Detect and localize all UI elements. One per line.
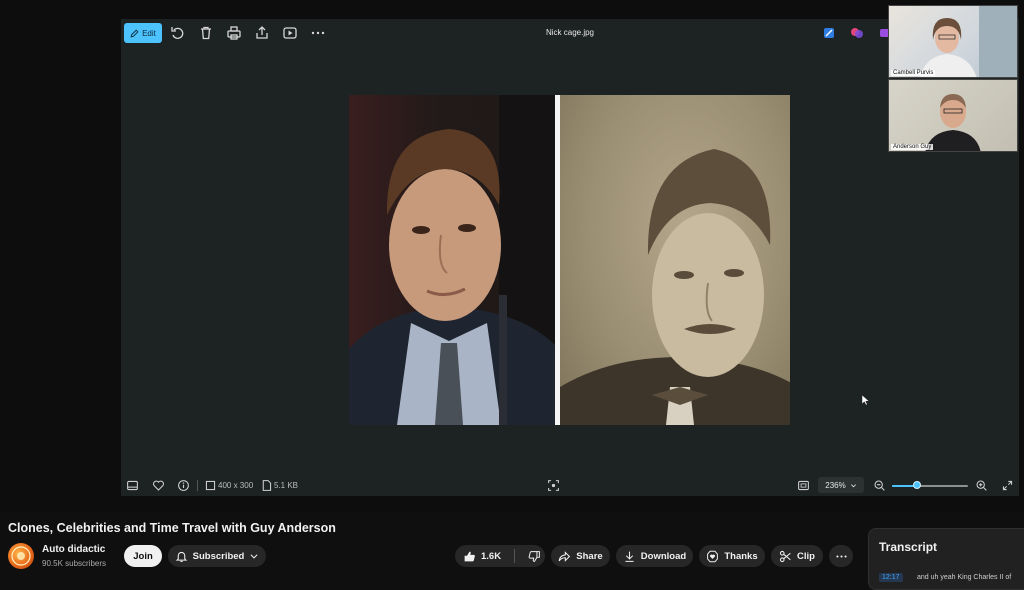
favorite-icon[interactable] <box>152 479 165 492</box>
share-button[interactable]: Share <box>551 545 610 567</box>
photo-comparison <box>349 95 790 425</box>
designer-icon[interactable] <box>821 25 837 41</box>
file-size-icon <box>260 479 272 492</box>
subscribed-button[interactable]: Subscribed <box>168 545 266 567</box>
thumbs-up-icon <box>464 551 475 561</box>
dislike-button[interactable] <box>528 550 541 563</box>
file-size: 5.1 KB <box>274 481 299 490</box>
zoom-slider-thumb[interactable] <box>913 481 922 489</box>
dimensions-icon <box>204 479 216 492</box>
participant-video-anderson: Anderson Guy <box>888 79 1018 152</box>
thumbs-down-icon <box>528 550 540 562</box>
filmstrip-icon[interactable] <box>126 479 139 492</box>
share-arrow-icon <box>558 550 571 562</box>
clip-label: Clip <box>797 550 815 562</box>
join-button[interactable]: Join <box>124 545 162 567</box>
transcript-panel: Transcript 12:17 and uh yeah King Charle… <box>868 528 1024 590</box>
chevron-down-icon <box>850 483 856 487</box>
clip-button[interactable]: Clip <box>771 545 823 567</box>
channel-name[interactable]: Auto didactic <box>42 544 105 555</box>
participant-name-label: Anderson Guy <box>891 144 934 150</box>
channel-avatar[interactable] <box>8 543 34 569</box>
nicolas-cage-photo <box>349 95 555 425</box>
download-icon <box>625 551 634 562</box>
zoom-dropdown[interactable]: 236% <box>818 477 864 493</box>
fullscreen-icon[interactable] <box>1001 479 1014 492</box>
info-icon[interactable] <box>177 479 190 492</box>
photos-status-bar: 400 x 300 5.1 KB 236% <box>121 475 1019 496</box>
zoom-value: 236% <box>825 480 846 490</box>
video-info-panel: Clones, Celebrities and Time Travel with… <box>0 512 1024 590</box>
thanks-label: Thanks <box>724 550 758 562</box>
more-horizontal-icon <box>835 554 847 558</box>
scissors-icon <box>779 550 791 562</box>
fit-to-window-icon[interactable] <box>797 479 810 492</box>
like-count: 1.6K <box>481 550 502 562</box>
photos-toolbar: Edit Nick cage.jpg <box>121 19 1019 47</box>
image-dimensions: 400 x 300 <box>218 481 254 490</box>
chevron-down-icon <box>250 554 258 559</box>
thanks-heart-icon <box>707 550 719 562</box>
thanks-button[interactable]: Thanks <box>699 545 765 567</box>
vintage-portrait-photo <box>560 95 790 425</box>
like-button[interactable]: 1.6K <box>463 550 501 563</box>
bell-icon <box>175 551 187 562</box>
visual-search-icon[interactable] <box>547 479 560 492</box>
download-button[interactable]: Download <box>616 545 693 567</box>
zoom-out-icon[interactable] <box>873 479 886 492</box>
download-label: Download <box>640 550 687 562</box>
zoom-slider[interactable] <box>892 481 968 489</box>
subscribed-label: Subscribed <box>192 550 245 562</box>
mouse-cursor-icon <box>861 392 870 410</box>
participant-video-cambell: Cambell Purvis <box>888 5 1018 78</box>
copilot-icon[interactable] <box>849 25 865 41</box>
video-player[interactable]: Edit Nick cage.jpg 400 x 300 5.1 KB 236%… <box>0 0 1024 512</box>
video-title: Clones, Celebrities and Time Travel with… <box>8 521 336 535</box>
subscriber-count: 90.5K subscribers <box>42 559 107 568</box>
photos-app-window: Edit Nick cage.jpg 400 x 300 5.1 KB 236% <box>121 19 1019 496</box>
join-label: Join <box>133 550 153 562</box>
zoom-in-icon[interactable] <box>975 479 988 492</box>
like-dislike-group: 1.6K <box>455 545 545 567</box>
like-divider <box>514 549 516 563</box>
transcript-title: Transcript <box>879 540 938 554</box>
more-actions-button[interactable] <box>829 545 853 567</box>
status-divider <box>197 480 198 491</box>
share-label: Share <box>576 550 603 562</box>
participant-name-label: Cambell Purvis <box>891 70 936 76</box>
